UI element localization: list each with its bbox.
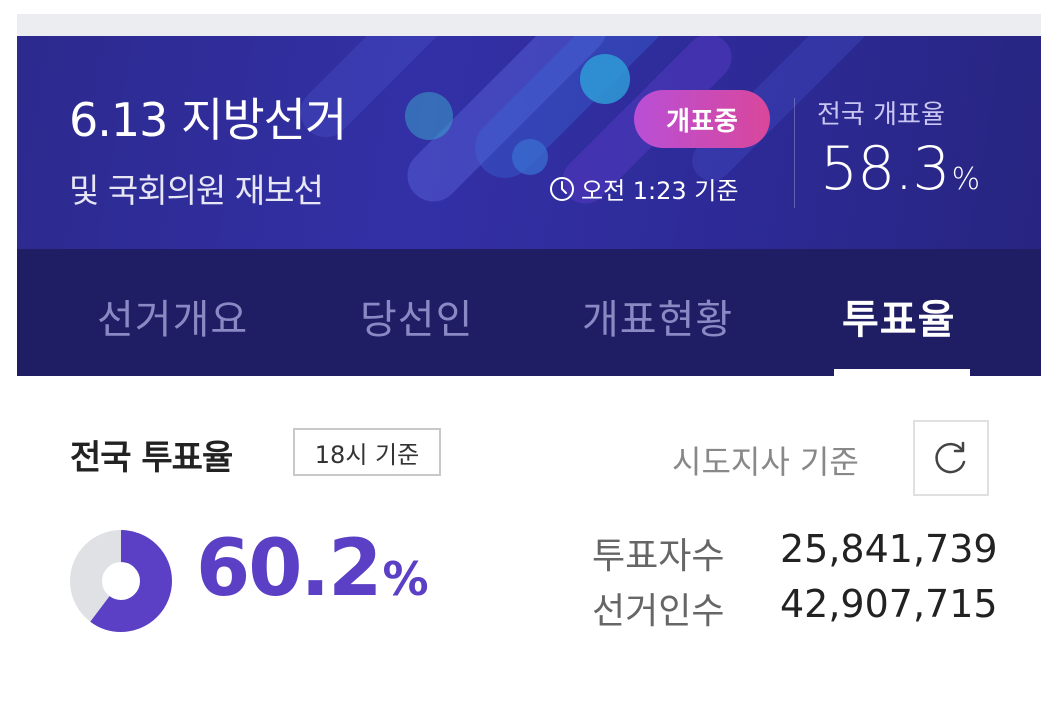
- turnout-unit: %: [382, 552, 428, 606]
- tab-counting-status[interactable]: 개표현황: [582, 287, 733, 345]
- turnout-time-badge: 18시 기준: [293, 428, 441, 476]
- election-banner: 6.13 지방선거 및 국회의원 재보선 개표중 오전 1:23 기준 전국 개…: [17, 36, 1041, 249]
- national-count-rate: 58.3%: [820, 134, 980, 204]
- tab-winners[interactable]: 당선인: [360, 287, 473, 345]
- voters-label: 투표자수: [592, 536, 725, 577]
- national-count-unit: %: [951, 162, 980, 197]
- turnout-value: 60.2: [196, 524, 382, 614]
- refresh-icon: [935, 441, 966, 474]
- national-count-value: 58.3: [820, 134, 951, 204]
- turnout-basis: 시도지사 기준: [672, 443, 859, 481]
- election-tabs: 선거개요 당선인 개표현황 투표율: [17, 249, 1041, 376]
- active-tab-indicator: [834, 369, 970, 376]
- tab-turnout[interactable]: 투표율: [842, 287, 955, 345]
- header-divider: [794, 98, 795, 208]
- banner-decoration: [580, 54, 630, 104]
- election-subtitle: 및 국회의원 재보선: [69, 171, 324, 210]
- refresh-button[interactable]: [913, 420, 989, 496]
- turnout-rate: 60.2%: [196, 524, 429, 614]
- banner-decoration: [512, 139, 548, 175]
- turnout-section-title: 전국 투표율: [70, 438, 233, 478]
- tab-overview[interactable]: 선거개요: [97, 287, 248, 345]
- counting-status-badge: 개표중: [634, 90, 770, 148]
- clock-icon: [550, 176, 574, 201]
- top-strip: [17, 14, 1041, 36]
- turnout-donut: [70, 530, 172, 632]
- election-title: 6.13 지방선거: [69, 93, 347, 147]
- national-count-label: 전국 개표율: [817, 100, 945, 130]
- electorate-label: 선거인수: [592, 591, 725, 632]
- update-time-text: 오전 1:23 기준: [581, 177, 739, 205]
- electorate-value: 42,907,715: [780, 582, 998, 626]
- voters-value: 25,841,739: [780, 527, 998, 571]
- banner-decoration: [405, 92, 453, 140]
- update-time: 오전 1:23 기준: [549, 171, 738, 206]
